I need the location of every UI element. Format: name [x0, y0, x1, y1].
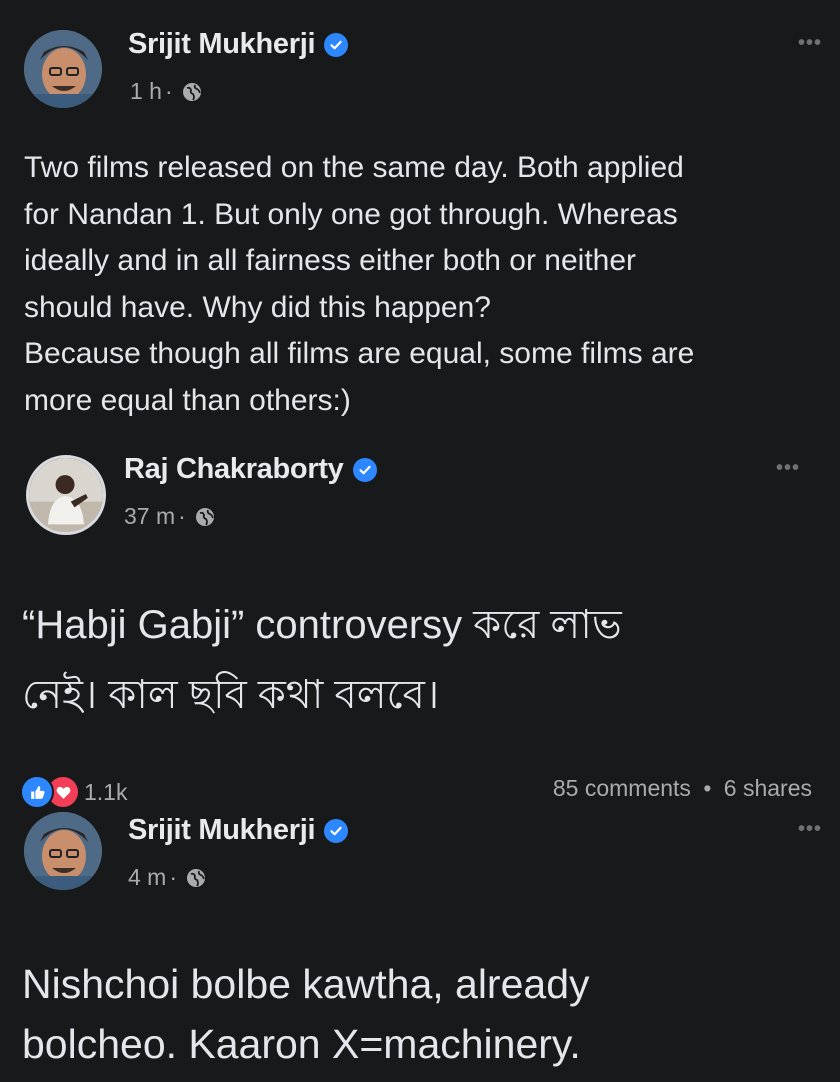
post-time[interactable]: 1 h — [130, 78, 162, 105]
meta-separator: · — [169, 864, 178, 890]
comments-count[interactable]: 85 comments — [553, 775, 691, 801]
like-icon — [20, 775, 54, 809]
globe-icon — [195, 507, 214, 526]
avatar[interactable] — [26, 455, 106, 535]
post-meta: 1 h · — [130, 78, 202, 105]
post-text: Nishchoi bolbe kawtha, already bolcheo. … — [22, 961, 590, 1067]
post-time[interactable]: 4 m — [128, 864, 166, 891]
shares-count[interactable]: 6 shares — [724, 775, 812, 801]
post-time[interactable]: 37 m — [124, 503, 175, 530]
author-name[interactable]: Srijit Mukherji — [128, 28, 316, 61]
avatar[interactable] — [24, 812, 102, 890]
post-meta: 37 m · — [124, 503, 215, 530]
post-text: Two films released on the same day. Both… — [24, 151, 695, 417]
author-name[interactable]: Raj Chakraborty — [124, 453, 344, 486]
reaction-count: 1.1k — [84, 778, 128, 805]
more-options-button[interactable]: ••• — [776, 457, 800, 480]
author-row: Srijit Mukherji — [128, 814, 349, 847]
author-name[interactable]: Srijit Mukherji — [128, 814, 316, 847]
avatar[interactable] — [24, 30, 102, 108]
post-text: “Habji Gabji” controversy করে লাভ নেই। ক… — [22, 603, 622, 717]
meta-separator: · — [164, 78, 173, 104]
meta-separator: · — [178, 503, 186, 529]
globe-icon — [182, 82, 201, 101]
more-options-button[interactable]: ••• — [798, 32, 822, 55]
author-row: Raj Chakraborty — [124, 453, 377, 486]
post-meta: 4 m · — [128, 864, 206, 891]
globe-icon — [187, 868, 206, 887]
stats-separator: • — [703, 775, 712, 801]
verified-badge-icon — [324, 818, 349, 843]
post-stats: 85 comments • 6 shares — [553, 775, 812, 802]
more-options-button[interactable]: ••• — [798, 818, 822, 841]
verified-badge-icon — [352, 457, 377, 482]
verified-badge-icon — [324, 32, 349, 57]
author-row: Srijit Mukherji — [128, 28, 349, 61]
reactions-summary[interactable]: 1.1k — [20, 775, 127, 809]
